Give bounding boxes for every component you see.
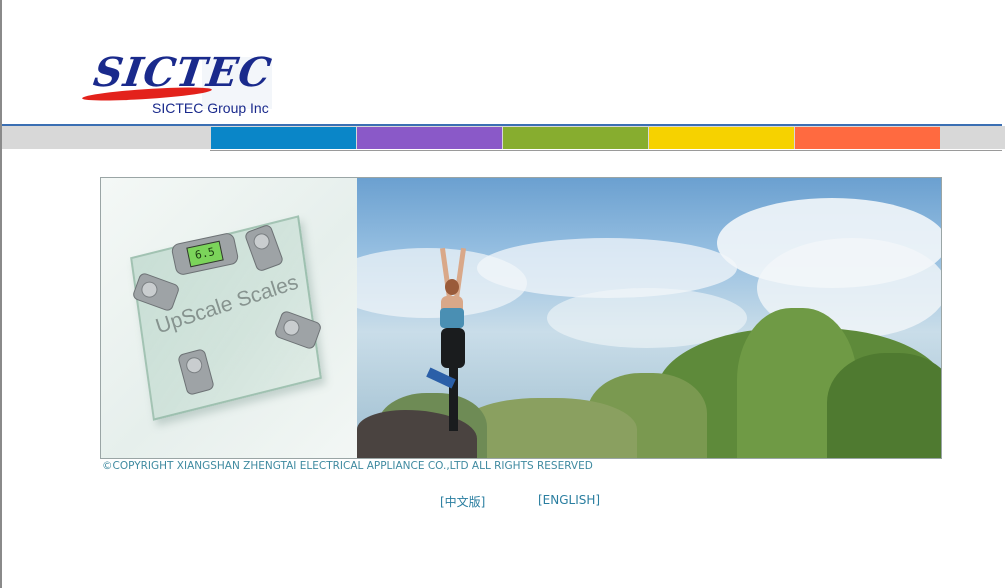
chinese-version-link[interactable]: [中文版] (440, 493, 485, 510)
english-version-link[interactable]: [ENGLISH] (538, 493, 600, 507)
trees (827, 353, 941, 458)
figure-head (445, 279, 459, 295)
scale-product-image: 6.5 UpScale Scales (101, 178, 357, 458)
nav-segment-green[interactable] (503, 127, 648, 149)
nav-bottom-rule (210, 150, 1002, 151)
nav-segment-yellow[interactable] (649, 127, 794, 149)
scale-readout: 6.5 (186, 240, 224, 268)
figure-hips (441, 328, 465, 368)
yoga-photo (357, 178, 941, 458)
figure-leg (449, 363, 458, 431)
page-left-border (0, 0, 2, 588)
nav-segment-orange[interactable] (795, 127, 940, 149)
company-name: SICTEC Group Inc (152, 100, 269, 116)
sictec-logo[interactable]: SICTEC SICTEC Group Inc (81, 49, 275, 120)
copyright-text: ©COPYRIGHT XIANGSHAN ZHENGTAI ELECTRICAL… (102, 460, 593, 472)
nav-segment-purple[interactable] (357, 127, 502, 149)
figure-top (440, 308, 464, 328)
logo-wordmark: SICTEC (90, 49, 275, 96)
hero-banner: 6.5 UpScale Scales (100, 177, 942, 459)
nav-segment-blue[interactable] (211, 127, 356, 149)
